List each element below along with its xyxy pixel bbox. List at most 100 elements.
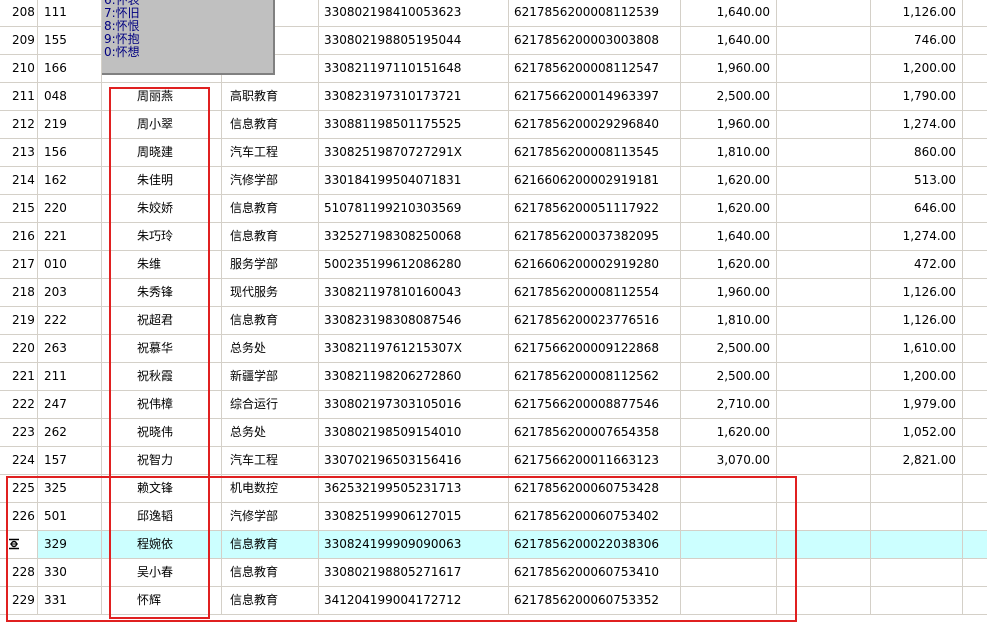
department-cell[interactable]: 汽修学部 xyxy=(222,167,319,194)
bank-account-cell[interactable]: 6217856200037382095 xyxy=(509,223,681,250)
bank-account-cell[interactable]: 6217856200008112562 xyxy=(509,363,681,390)
name-cell[interactable]: 怀辉 xyxy=(102,587,222,614)
code-cell[interactable]: 220 xyxy=(38,195,102,222)
bank-account-cell[interactable]: 6217856200003003808 xyxy=(509,27,681,54)
table-row[interactable]: 218 203 朱秀锋 现代服务 330821197810160043 621785620… xyxy=(0,279,987,307)
amount-cell[interactable]: 2,500.00 xyxy=(681,363,777,390)
id-number-cell[interactable]: 33082519870727291X xyxy=(319,139,509,166)
amount-cell[interactable] xyxy=(681,587,777,614)
department-cell[interactable]: 总务处 xyxy=(222,335,319,362)
net-amount-cell[interactable]: 513.00 xyxy=(871,167,963,194)
name-cell[interactable]: 赖文锋 xyxy=(102,475,222,502)
bank-account-cell[interactable]: 6216606200002919181 xyxy=(509,167,681,194)
net-amount-cell[interactable]: 1,274.00 xyxy=(871,111,963,138)
code-cell[interactable]: 157 xyxy=(38,447,102,474)
row-number-cell[interactable]: 221 xyxy=(0,363,38,390)
extra-cell[interactable] xyxy=(777,363,871,390)
extra-cell[interactable] xyxy=(777,55,871,82)
bank-account-cell[interactable]: 6217856200051117922 xyxy=(509,195,681,222)
extra-cell[interactable] xyxy=(777,279,871,306)
row-number-cell[interactable]: 215 xyxy=(0,195,38,222)
extra-cell[interactable] xyxy=(777,0,871,26)
code-cell[interactable]: 156 xyxy=(38,139,102,166)
table-row[interactable]: 214 162 朱佳明 汽修学部 330184199504071831 621660620… xyxy=(0,167,987,195)
department-cell[interactable]: 新疆学部 xyxy=(222,363,319,390)
bank-account-cell[interactable]: 6217566200011663123 xyxy=(509,447,681,474)
department-cell[interactable]: 汽车工程 xyxy=(222,447,319,474)
amount-cell[interactable]: 1,620.00 xyxy=(681,419,777,446)
row-number-cell[interactable]: 211 xyxy=(0,83,38,110)
department-cell[interactable]: 信息教育 xyxy=(222,587,319,614)
ime-option[interactable]: 0:怀想 xyxy=(102,46,273,59)
amount-cell[interactable]: 2,500.00 xyxy=(681,83,777,110)
row-number-cell[interactable]: 229 xyxy=(0,587,38,614)
net-amount-cell[interactable]: 1,200.00 xyxy=(871,363,963,390)
code-cell[interactable]: 222 xyxy=(38,307,102,334)
extra-cell[interactable] xyxy=(777,195,871,222)
extra-cell[interactable] xyxy=(777,531,871,558)
code-cell[interactable]: 262 xyxy=(38,419,102,446)
bank-account-cell[interactable]: 6217856200008112539 xyxy=(509,0,681,26)
extra-cell[interactable] xyxy=(777,559,871,586)
extra-cell[interactable] xyxy=(777,475,871,502)
department-cell[interactable]: 总务处 xyxy=(222,419,319,446)
name-cell[interactable]: 周丽燕 xyxy=(102,83,222,110)
net-amount-cell[interactable]: 1,126.00 xyxy=(871,307,963,334)
table-row[interactable]: 329 程婉依 信息教育 330824199909090063 621785620002… xyxy=(0,531,987,559)
net-amount-cell[interactable]: 746.00 xyxy=(871,27,963,54)
code-cell[interactable]: 010 xyxy=(38,251,102,278)
row-number-cell[interactable]: 208 xyxy=(0,0,38,26)
net-amount-cell[interactable] xyxy=(871,503,963,530)
row-number-cell[interactable]: 216 xyxy=(0,223,38,250)
row-number-cell[interactable]: 223 xyxy=(0,419,38,446)
net-amount-cell[interactable] xyxy=(871,587,963,614)
id-number-cell[interactable]: 33082119761215307X xyxy=(319,335,509,362)
net-amount-cell[interactable]: 860.00 xyxy=(871,139,963,166)
department-cell[interactable]: 现代服务 xyxy=(222,279,319,306)
net-amount-cell[interactable]: 472.00 xyxy=(871,251,963,278)
bank-account-cell[interactable]: 6217856200029296840 xyxy=(509,111,681,138)
amount-cell[interactable]: 1,810.00 xyxy=(681,139,777,166)
amount-cell[interactable]: 1,640.00 xyxy=(681,223,777,250)
code-cell[interactable]: 331 xyxy=(38,587,102,614)
amount-cell[interactable]: 2,710.00 xyxy=(681,391,777,418)
amount-cell[interactable]: 1,640.00 xyxy=(681,27,777,54)
id-number-cell[interactable]: 330184199504071831 xyxy=(319,167,509,194)
table-row[interactable]: 220 263 祝慕华 总务处 33082119761215307X 6217566200… xyxy=(0,335,987,363)
net-amount-cell[interactable]: 1,052.00 xyxy=(871,419,963,446)
extra-cell[interactable] xyxy=(777,223,871,250)
net-amount-cell[interactable] xyxy=(871,531,963,558)
id-number-cell[interactable]: 330821197810160043 xyxy=(319,279,509,306)
id-number-cell[interactable]: 330802198410053623 xyxy=(319,0,509,26)
id-number-cell[interactable]: 332527198308250068 xyxy=(319,223,509,250)
row-number-cell[interactable]: 220 xyxy=(0,335,38,362)
row-number-cell[interactable]: 224 xyxy=(0,447,38,474)
row-number-cell[interactable]: 218 xyxy=(0,279,38,306)
name-cell[interactable]: 朱巧玲 xyxy=(102,223,222,250)
name-cell[interactable]: 程婉依 xyxy=(102,531,222,558)
extra-cell[interactable] xyxy=(777,167,871,194)
net-amount-cell[interactable]: 1,126.00 xyxy=(871,0,963,26)
row-number-cell[interactable]: 210 xyxy=(0,55,38,82)
extra-cell[interactable] xyxy=(777,27,871,54)
net-amount-cell[interactable]: 1,126.00 xyxy=(871,279,963,306)
extra-cell[interactable] xyxy=(777,447,871,474)
code-cell[interactable]: 048 xyxy=(38,83,102,110)
amount-cell[interactable] xyxy=(681,531,777,558)
name-cell[interactable]: 祝慕华 xyxy=(102,335,222,362)
bank-account-cell[interactable]: 6216606200002919280 xyxy=(509,251,681,278)
row-number-cell[interactable]: 219 xyxy=(0,307,38,334)
amount-cell[interactable]: 1,810.00 xyxy=(681,307,777,334)
amount-cell[interactable]: 1,960.00 xyxy=(681,55,777,82)
bank-account-cell[interactable]: 6217856200008112547 xyxy=(509,55,681,82)
table-row[interactable]: 224 157 祝智力 汽车工程 330702196503156416 621756620… xyxy=(0,447,987,475)
name-cell[interactable]: 朱秀锋 xyxy=(102,279,222,306)
department-cell[interactable]: 服务学部 xyxy=(222,251,319,278)
id-number-cell[interactable]: 330825199906127015 xyxy=(319,503,509,530)
table-row[interactable]: 228 330 吴小春 信息教育 330802198805271617 621785620… xyxy=(0,559,987,587)
extra-cell[interactable] xyxy=(777,307,871,334)
department-cell[interactable]: 信息教育 xyxy=(222,223,319,250)
id-number-cell[interactable]: 510781199210303569 xyxy=(319,195,509,222)
code-cell[interactable]: 330 xyxy=(38,559,102,586)
amount-cell[interactable]: 1,620.00 xyxy=(681,195,777,222)
